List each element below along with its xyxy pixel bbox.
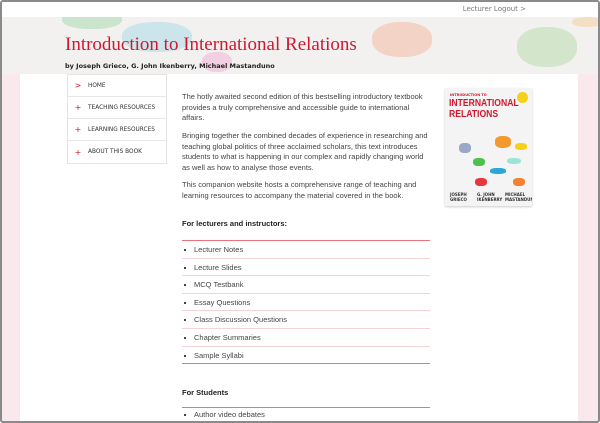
map-decoration	[459, 143, 471, 153]
list-item[interactable]: Lecturer Notes	[182, 241, 430, 259]
map-decoration	[495, 136, 511, 148]
student-resources-list: Author video debates	[182, 407, 430, 421]
sidebar-item-label: TEACHING RESOURCES	[88, 104, 156, 111]
sidebar-item-label: LEARNING RESOURCES	[88, 126, 155, 133]
plus-icon: +	[74, 125, 82, 134]
map-decoration	[62, 17, 122, 29]
cover-author: G. JOHN IKENBERRY	[477, 192, 503, 202]
list-item[interactable]: Sample Syllabi	[182, 347, 430, 365]
map-decoration	[372, 22, 432, 57]
cover-title: INTERNATIONAL RELATIONS	[449, 98, 519, 120]
sidebar-item-about-this-book[interactable]: + ABOUT THIS BOOK	[68, 141, 166, 163]
map-decoration	[513, 178, 525, 186]
list-item[interactable]: Lecture Slides	[182, 259, 430, 277]
list-item[interactable]: Class Discussion Questions	[182, 311, 430, 329]
list-item[interactable]: Author video debates	[182, 408, 430, 421]
sidebar-item-home[interactable]: > HOME	[68, 75, 166, 97]
map-decoration	[507, 158, 521, 164]
list-item[interactable]: Chapter Summaries	[182, 329, 430, 347]
cover-author: JOSEPH GRIECO	[450, 192, 467, 202]
map-decoration	[515, 143, 527, 150]
plus-icon: +	[74, 147, 82, 157]
intro-paragraph: The hotly awaited second edition of this…	[182, 92, 423, 122]
sidebar-item-learning-resources[interactable]: + LEARNING RESOURCES	[68, 119, 166, 141]
sidebar-item-label: HOME	[88, 82, 106, 89]
page-title: Introduction to International Relations	[65, 34, 357, 55]
lecturer-logout-link[interactable]: Lecturer Logout >	[463, 5, 526, 13]
plus-icon: +	[74, 103, 82, 112]
students-heading: For Students	[182, 388, 229, 397]
map-decoration	[490, 168, 506, 174]
cover-author: MICHAEL MASTANDUNO	[505, 192, 532, 202]
lecturers-heading: For lecturers and instructors:	[182, 219, 288, 228]
sidebar-nav: > HOME + TEACHING RESOURCES + LEARNING RESO…	[67, 74, 167, 164]
sidebar-item-label: ABOUT THIS BOOK	[88, 149, 142, 155]
map-decoration	[475, 178, 487, 186]
authors: by Joseph Grieco, G. John Ikenberry, Mic…	[65, 62, 275, 70]
list-item[interactable]: Essay Questions	[182, 294, 430, 312]
map-decoration	[572, 17, 598, 27]
map-decoration	[473, 158, 485, 166]
map-decoration	[517, 27, 577, 67]
cover-title-line: RELATIONS	[449, 108, 499, 120]
header-banner: Introduction to International Relations …	[2, 17, 598, 74]
intro-paragraph: Bringing together the combined decades o…	[182, 131, 428, 172]
chevron-right-icon: >	[74, 81, 82, 90]
book-cover: INTRODUCTION TO INTERNATIONAL RELATIONS J…	[445, 88, 532, 206]
lecturer-resources-list: Lecturer Notes Lecture Slides MCQ Testba…	[182, 240, 430, 365]
intro-paragraph: This companion website hosts a comprehen…	[182, 180, 417, 200]
sidebar-item-teaching-resources[interactable]: + TEACHING RESOURCES	[68, 97, 166, 119]
list-item[interactable]: MCQ Testbank	[182, 276, 430, 294]
top-bar: Lecturer Logout >	[2, 2, 598, 17]
browser-window: Lecturer Logout > Introduction to Intern…	[0, 0, 600, 423]
